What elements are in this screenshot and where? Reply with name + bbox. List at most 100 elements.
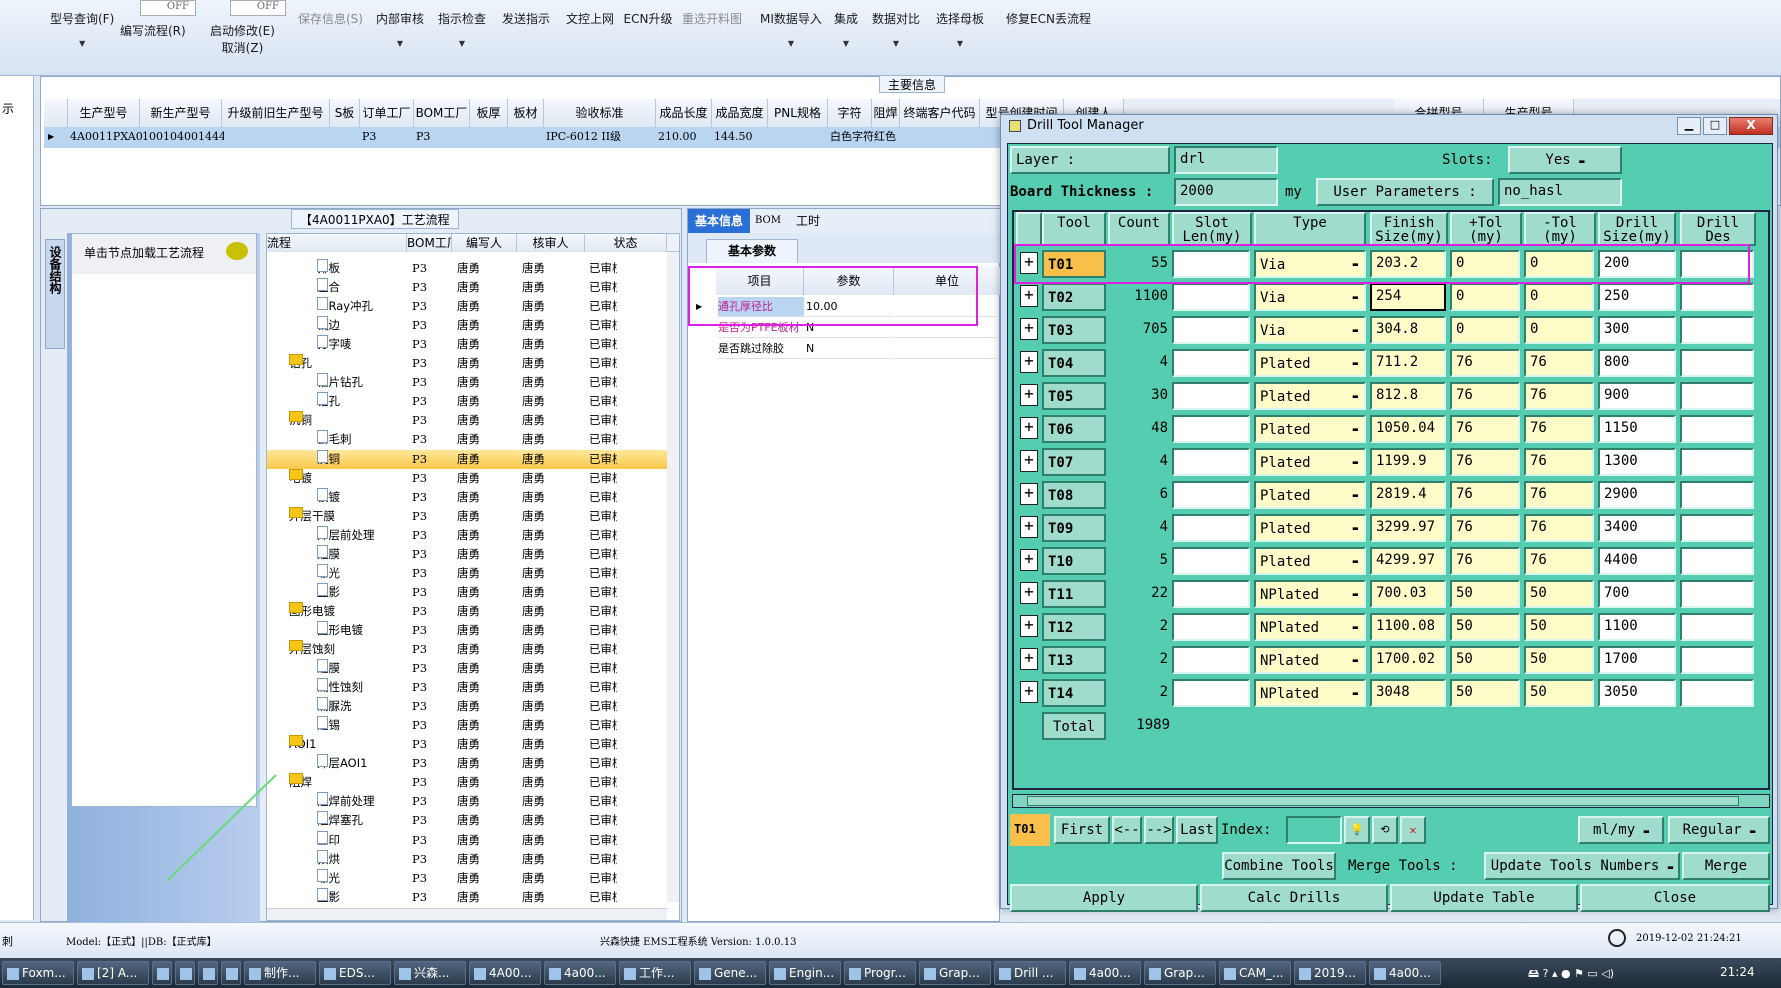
expand-icon[interactable]: + — [1020, 384, 1038, 406]
toolbar-button-14[interactable]: 修复ECN丢流程 — [1006, 10, 1091, 27]
tree-row[interactable]: 退膜 P3 唐勇 唐勇 已审核 — [267, 659, 679, 678]
toggle-switch[interactable]: OFF — [140, 0, 196, 16]
table-horizontal-scrollbar[interactable] — [1012, 794, 1770, 808]
tree-row[interactable]: 图形电镀 P3 唐勇 唐勇 已审核 — [267, 620, 679, 640]
tree-node[interactable]: 沉铜 — [317, 449, 407, 469]
column-header[interactable]: Tool — [1042, 212, 1106, 246]
taskbar-item[interactable]: 2019... — [1294, 961, 1366, 985]
units-dropdown[interactable]: ml/my ▬ — [1578, 816, 1664, 844]
tree-node[interactable]: 去毛刺 — [317, 430, 407, 449]
column-header[interactable]: 状态 — [585, 234, 667, 252]
drill-des-field[interactable] — [1680, 580, 1754, 608]
tool-name[interactable]: T10 — [1042, 547, 1106, 575]
tree-node[interactable]: −沉铜 — [289, 411, 407, 430]
tool-row[interactable]: + T12 2 NPlated ▬ 1100.08 50 50 1100 — [1014, 613, 1768, 643]
column-header[interactable]: 流程 — [267, 234, 407, 252]
expand-icon[interactable]: + — [1020, 549, 1038, 571]
tree-row[interactable]: 阻焊前处理 P3 唐勇 唐勇 已审核 — [267, 792, 679, 811]
finish-size-field[interactable]: 3048 — [1370, 679, 1446, 707]
toolbar-button-0[interactable]: 型号查询(F) ▼ — [50, 10, 114, 48]
tree-row[interactable]: 预烘 P3 唐勇 唐勇 已审核 — [267, 849, 679, 869]
taskbar-item[interactable]: CAM_... — [1219, 961, 1291, 985]
drill-des-field[interactable] — [1680, 679, 1754, 707]
finish-size-field[interactable]: 4299.97 — [1370, 547, 1446, 575]
minus-tol-field[interactable]: 50 — [1524, 580, 1594, 608]
taskbar-item[interactable]: [2] A... — [77, 961, 149, 985]
tool-name[interactable]: T11 — [1042, 580, 1106, 608]
slot-length-field[interactable] — [1172, 514, 1250, 542]
close-button[interactable]: Close — [1580, 884, 1770, 912]
tab-2[interactable]: 工时 — [788, 209, 828, 233]
toolbar-button-4[interactable]: 内部审核 ▼ — [370, 10, 430, 48]
tree-row[interactable]: 硫脲洗 P3 唐勇 唐勇 已审核 — [267, 697, 679, 716]
slot-length-field[interactable] — [1172, 382, 1250, 410]
tree-row[interactable]: −阻焊 P3 唐勇 唐勇 已审核 — [267, 773, 679, 792]
toolbar-button-5[interactable]: 指示检查 ▼ — [432, 10, 492, 48]
update-table-button[interactable]: Update Table — [1390, 884, 1578, 912]
expand-icon[interactable]: + — [1020, 450, 1038, 472]
tree-node[interactable]: X-Ray冲孔 — [317, 297, 407, 316]
taskbar-item[interactable] — [198, 961, 218, 985]
column-header[interactable]: 编写人 — [452, 234, 517, 252]
tree-node[interactable]: 碱性蚀刻 — [317, 678, 407, 697]
tool-row[interactable]: + T05 30 Plated ▬ 812.8 76 76 900 — [1014, 382, 1768, 412]
expand-icon[interactable]: + — [1020, 582, 1038, 604]
column-header[interactable]: 板厚 — [470, 99, 508, 127]
taskbar-item[interactable]: Drill ... — [994, 961, 1066, 985]
tray-icons[interactable]: 🖴 ? ▴ ● ⚑ ▭ ◁) — [1528, 965, 1614, 984]
column-header[interactable]: 新生产型号 — [140, 99, 222, 127]
drill-size-field[interactable]: 1700 — [1598, 646, 1676, 674]
taskbar-item[interactable]: 制作... — [244, 961, 316, 985]
expand-icon[interactable]: + — [1020, 417, 1038, 439]
prev-button[interactable]: <-- — [1112, 816, 1142, 844]
minus-tol-field[interactable]: 76 — [1524, 547, 1594, 575]
tab-equipment-structure[interactable]: 设备结构 — [45, 239, 65, 349]
minus-tol-field[interactable]: 76 — [1524, 481, 1594, 509]
drill-size-field[interactable]: 1300 — [1598, 448, 1676, 476]
finish-size-field[interactable]: 1199.9 — [1370, 448, 1446, 476]
drill-des-field[interactable] — [1680, 316, 1754, 344]
tab-0[interactable]: 基本信息 — [688, 209, 750, 233]
slot-length-field[interactable] — [1172, 349, 1250, 377]
plus-tol-field[interactable]: 0 — [1450, 283, 1520, 311]
drill-size-field[interactable]: 2900 — [1598, 481, 1676, 509]
tree-row[interactable]: −外层蚀刻 P3 唐勇 唐勇 已审核 — [267, 640, 679, 659]
slot-length-field[interactable] — [1172, 415, 1250, 443]
drill-size-field[interactable]: 3050 — [1598, 679, 1676, 707]
expand-icon[interactable]: + — [1020, 351, 1038, 373]
slot-length-field[interactable] — [1172, 580, 1250, 608]
tree-node[interactable]: 曝光 — [317, 868, 407, 888]
tree-node[interactable]: 板镀 — [317, 487, 407, 507]
close-window-button[interactable]: X — [1729, 117, 1773, 135]
tree-node[interactable]: 退膜 — [317, 659, 407, 678]
tree-node[interactable]: 外层AOI1 — [317, 754, 407, 773]
tool-row[interactable]: + T04 4 Plated ▬ 711.2 76 76 800 — [1014, 349, 1768, 379]
drill-des-field[interactable] — [1680, 613, 1754, 641]
tool-row[interactable]: + T06 48 Plated ▬ 1050.04 76 76 1150 — [1014, 415, 1768, 445]
taskbar-item[interactable]: Progr... — [844, 961, 916, 985]
drill-size-field[interactable]: 1150 — [1598, 415, 1676, 443]
taskbar-item[interactable]: 4a00... — [544, 961, 616, 985]
type-dropdown[interactable]: Via ▬ — [1254, 316, 1366, 344]
drill-des-field[interactable] — [1680, 349, 1754, 377]
slot-length-field[interactable] — [1172, 481, 1250, 509]
taskbar-item[interactable]: Grap... — [919, 961, 991, 985]
toolbar-button-10[interactable]: MI数据导入 ▼ — [760, 10, 822, 48]
finish-size-field[interactable]: 700.03 — [1370, 580, 1446, 608]
minus-tol-field[interactable]: 76 — [1524, 415, 1594, 443]
column-header[interactable]: 阻焊 — [872, 99, 900, 127]
column-header[interactable]: 终端客户代码 — [900, 99, 980, 127]
tree-row[interactable]: 铝片钻孔 P3 唐勇 唐勇 已审核 — [267, 373, 679, 392]
finish-size-field[interactable]: 1050.04 — [1370, 415, 1446, 443]
minus-tol-field[interactable]: 76 — [1524, 349, 1594, 377]
chevron-down-icon[interactable]: ▼ — [866, 39, 926, 48]
toolbar-button-6[interactable]: 发送指示 — [496, 10, 556, 27]
taskbar-item[interactable]: Engin... — [769, 961, 841, 985]
type-dropdown[interactable]: Plated ▬ — [1254, 382, 1366, 410]
column-header[interactable]: 升级前旧生产型号 — [222, 99, 330, 127]
drill-des-field[interactable] — [1680, 415, 1754, 443]
tree-node[interactable]: 铣边 — [317, 316, 407, 335]
tree-node[interactable]: −外层蚀刻 — [289, 640, 407, 659]
tree-row[interactable]: 去毛刺 P3 唐勇 唐勇 已审核 — [267, 430, 679, 449]
tool-row[interactable]: + T14 2 NPlated ▬ 3048 50 50 3050 — [1014, 679, 1768, 709]
